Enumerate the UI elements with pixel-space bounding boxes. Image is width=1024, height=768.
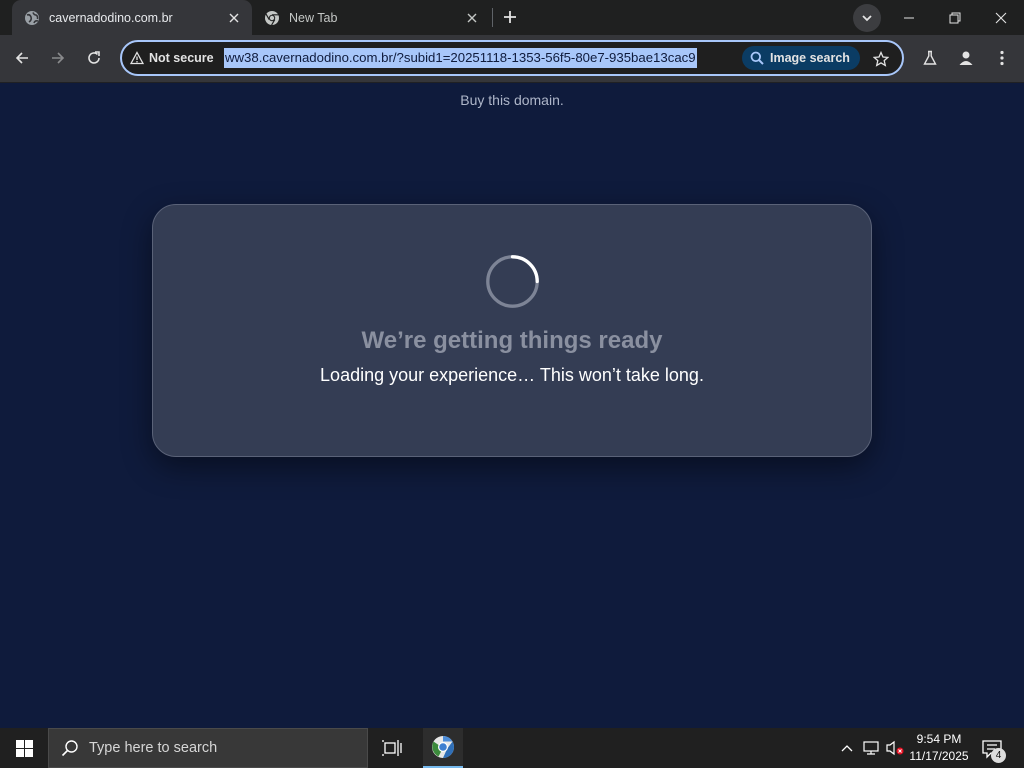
search-icon [750,51,764,65]
clock-date: 11/17/2025 [909,749,969,763]
network-button[interactable] [860,728,882,768]
close-tab-icon[interactable] [224,8,244,28]
browser-toolbar: Not secure ww38.cavernadodino.com.br/?su… [0,35,1024,83]
tab-strip: cavernadodino.com.br New Tab [0,0,1024,35]
task-view-icon [382,740,402,756]
chevron-up-icon [841,745,853,752]
windows-taskbar: Type here to search 9:54 PM 11/17/2025 4 [0,728,1024,768]
arrow-right-icon [52,52,65,64]
url-text[interactable]: ww38.cavernadodino.com.br/?subid1=202511… [224,48,697,68]
forward-button[interactable] [43,43,73,73]
kebab-menu-icon [1000,50,1004,66]
search-icon [61,740,78,757]
restore-icon [949,12,961,23]
chevron-down-icon [862,15,872,22]
star-icon [873,51,889,67]
new-tab-button[interactable] [499,6,521,28]
globe-icon [25,10,39,25]
loading-title: We’re getting things ready [361,327,663,354]
windows-logo-icon [15,739,33,757]
taskbar-clock[interactable]: 9:54 PM 11/17/2025 [906,731,972,765]
clock-time: 9:54 PM [916,732,962,746]
notification-count-badge: 4 [991,748,1006,763]
profile-icon [959,51,973,65]
back-button[interactable] [7,43,37,73]
bookmark-button[interactable] [869,47,893,71]
tab-cavernadodino[interactable]: cavernadodino.com.br [12,0,252,35]
loading-card: We’re getting things ready Loading your … [152,204,872,457]
close-window-button[interactable] [978,0,1024,35]
close-icon [995,12,1007,23]
flask-icon [923,50,937,65]
profile-button[interactable] [952,44,980,72]
tab-title: New Tab [289,10,338,25]
address-bar[interactable]: Not secure ww38.cavernadodino.com.br/?su… [120,40,904,76]
chrome-icon [265,10,279,25]
arrow-left-icon [15,52,28,64]
tab-title: cavernadodino.com.br [49,10,173,25]
chrome-app-icon [432,736,454,758]
image-search-button[interactable]: Image search [742,46,860,70]
close-tab-icon[interactable] [462,8,482,28]
page-viewport: Buy this domain. We’re getting things re… [0,84,1024,728]
tab-separator [492,8,493,27]
security-chip[interactable]: Not secure [130,49,214,67]
loading-subtitle: Loading your experience… This won’t take… [320,365,704,385]
reload-icon [88,51,100,64]
reload-button[interactable] [79,43,109,73]
minimize-icon [904,17,914,18]
start-button[interactable] [0,728,48,768]
taskbar-search-box[interactable]: Type here to search [48,728,368,768]
minimize-button[interactable] [886,0,932,35]
plus-icon [504,11,516,23]
volume-button[interactable] [884,728,906,768]
labs-button[interactable] [916,44,944,72]
taskbar-chrome-button[interactable] [423,728,463,768]
loading-spinner-icon [486,255,539,308]
task-view-button[interactable] [372,728,412,768]
warning-icon [130,51,144,65]
tab-search-button[interactable] [853,4,881,32]
buy-domain-link[interactable]: Buy this domain. [0,92,1024,108]
restore-button[interactable] [932,0,978,35]
volume-muted-icon [886,740,904,756]
image-search-label: Image search [770,51,850,65]
security-label: Not secure [149,51,214,65]
taskbar-search-placeholder: Type here to search [89,740,218,756]
show-hidden-icons-button[interactable] [838,728,856,768]
network-icon [863,741,879,755]
tab-new-tab[interactable]: New Tab [252,0,490,35]
menu-button[interactable] [988,44,1016,72]
